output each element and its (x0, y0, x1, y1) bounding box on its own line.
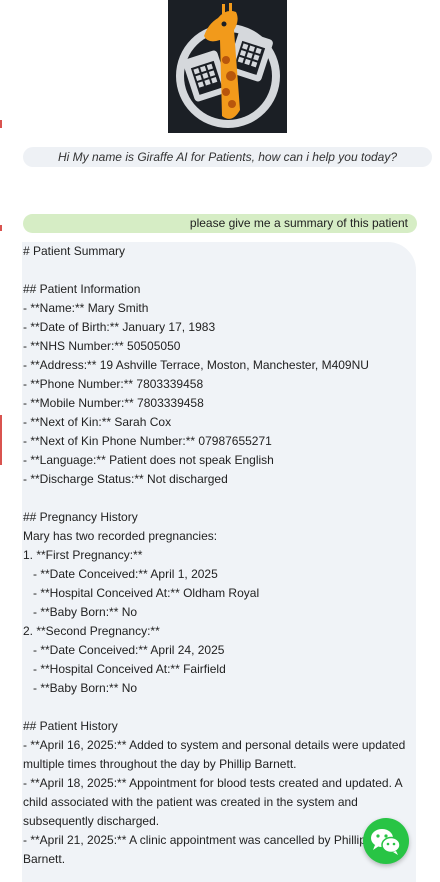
info-line: - **Phone Number:** 7803339458 (23, 377, 204, 391)
summary-title: # Patient Summary (23, 244, 126, 258)
info-line: - **Next of Kin:** Sarah Cox (23, 415, 172, 429)
left-edge-mark (0, 415, 2, 465)
user-message-bubble: please give me a summary of this patient (23, 214, 417, 233)
history-entry: - **April 21, 2025:** A clinic appointme… (23, 833, 366, 866)
pregnancy-line: - **Date Conceived:** April 1, 2025 (33, 567, 218, 581)
assistant-summary-bubble: # Patient Summary ## Patient Information… (22, 242, 416, 882)
pregnancy-line: - **Hospital Conceived At:** Oldham Roya… (33, 586, 260, 600)
info-line: - **Language:** Patient does not speak E… (23, 453, 274, 467)
giraffe-calendar-logo-icon (168, 0, 287, 133)
history-entry: - **April 16, 2025:** Added to system an… (23, 738, 406, 771)
giraffe-ai-logo (168, 0, 287, 133)
pregnancy-line: 2. **Second Pregnancy:** (23, 624, 160, 638)
info-line: - **Next of Kin Phone Number:** 07987655… (23, 434, 272, 448)
wechat-icon (371, 829, 401, 855)
chat-button[interactable] (363, 818, 409, 864)
pregnancy-line: - **Date Conceived:** April 24, 2025 (33, 643, 225, 657)
left-edge-mark (0, 120, 2, 128)
history-entry: - **April 18, 2025:** Appointment for bl… (23, 776, 402, 828)
pregnancy-intro: Mary has two recorded pregnancies: (23, 529, 218, 543)
patient-history-heading: ## Patient History (23, 719, 118, 733)
patient-information-heading: ## Patient Information (23, 282, 141, 296)
pregnancy-line: 1. **First Pregnancy:** (23, 548, 143, 562)
info-line: - **Mobile Number:** 7803339458 (23, 396, 204, 410)
info-line: - **Name:** Mary Smith (23, 301, 149, 315)
info-line: - **Date of Birth:** January 17, 1983 (23, 320, 216, 334)
info-line: - **NHS Number:** 50505050 (23, 339, 181, 353)
info-line: - **Address:** 19 Ashville Terrace, Most… (23, 358, 369, 372)
info-line: - **Discharge Status:** Not discharged (23, 472, 228, 486)
pregnancy-history-heading: ## Pregnancy History (23, 510, 138, 524)
assistant-greeting: Hi My name is Giraffe AI for Patients, h… (23, 147, 432, 167)
left-edge-mark (0, 225, 2, 231)
pregnancy-line: - **Baby Born:** No (33, 605, 138, 619)
pregnancy-line: - **Hospital Conceived At:** Fairfield (33, 662, 226, 676)
pregnancy-line: - **Baby Born:** No (33, 681, 138, 695)
